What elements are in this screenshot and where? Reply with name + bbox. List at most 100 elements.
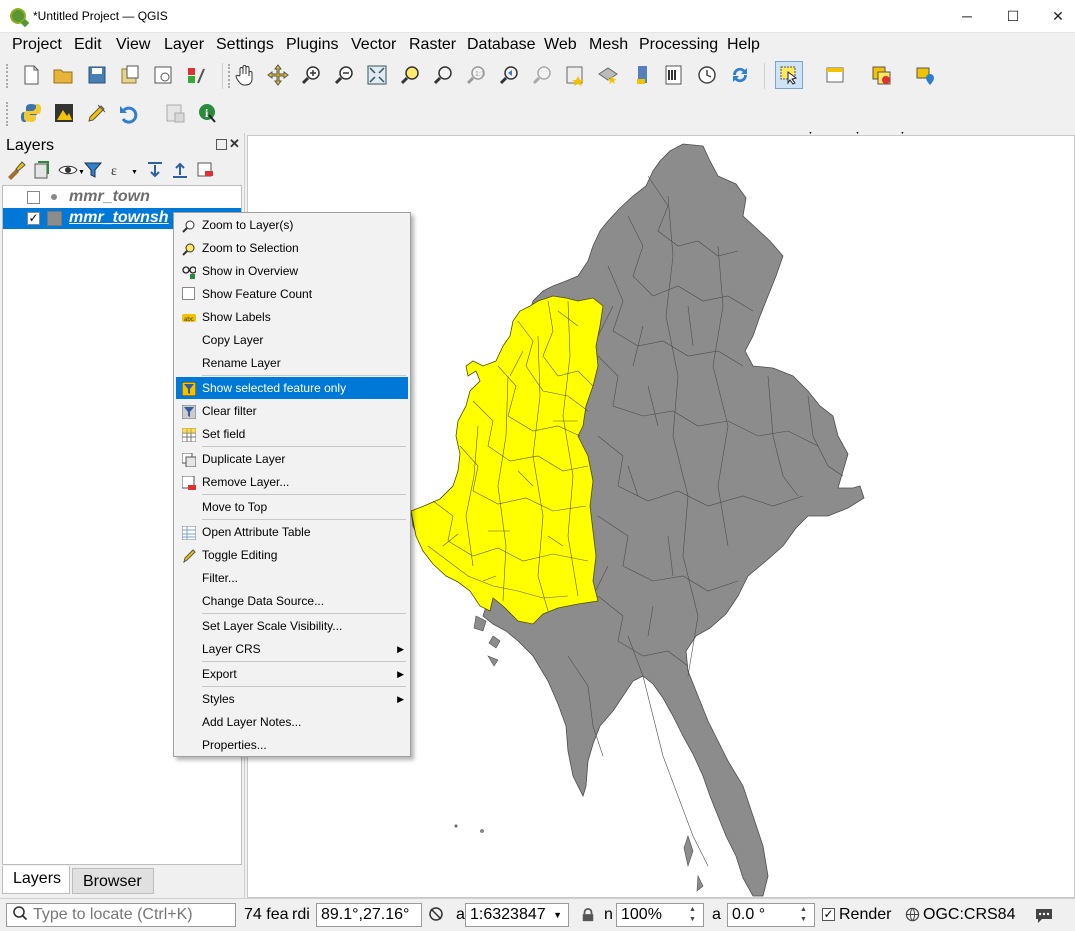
layer-visibility-checkbox[interactable]: ✓ bbox=[27, 212, 40, 225]
menu-item-rename-layer[interactable]: Rename Layer bbox=[176, 352, 408, 374]
close-panel-icon[interactable]: ✕ bbox=[229, 136, 240, 152]
deselect-icon[interactable] bbox=[868, 62, 894, 88]
menu-item-set-scale-visibility[interactable]: Set Layer Scale Visibility... bbox=[176, 615, 408, 637]
menu-item-show-in-overview[interactable]: Show in Overview bbox=[176, 260, 408, 282]
menu-item-set-field[interactable]: Set field bbox=[176, 423, 408, 445]
menu-item-move-to-top[interactable]: Move to Top bbox=[176, 496, 408, 518]
layer-name[interactable]: mmr_town bbox=[69, 188, 150, 206]
spinner-arrows-icon[interactable]: ▲ ▼ bbox=[689, 905, 701, 925]
coordinate-field[interactable]: 89.1°,27.16° bbox=[316, 903, 422, 927]
pen-tool-icon[interactable] bbox=[84, 100, 110, 126]
pan-to-selection-icon[interactable] bbox=[265, 62, 291, 88]
disabled-tool-icon[interactable] bbox=[162, 100, 188, 126]
zoom-to-layer-icon[interactable] bbox=[430, 62, 456, 88]
menu-item-export[interactable]: Export ▶ bbox=[176, 663, 408, 685]
messages-icon[interactable] bbox=[1034, 906, 1054, 927]
temporal-controller-icon[interactable] bbox=[694, 62, 720, 88]
menu-item-show-feature-count[interactable]: Show Feature Count bbox=[176, 283, 408, 305]
zoom-native-icon[interactable]: 1:1 bbox=[463, 62, 489, 88]
menu-vector[interactable]: Vector bbox=[351, 36, 396, 54]
menu-edit[interactable]: Edit bbox=[74, 36, 102, 54]
style-manager-icon[interactable] bbox=[183, 62, 209, 88]
zoom-in-icon[interactable] bbox=[298, 62, 324, 88]
menu-help[interactable]: Help bbox=[727, 36, 760, 54]
save-as-icon[interactable] bbox=[117, 62, 143, 88]
menu-item-copy-layer[interactable]: Copy Layer bbox=[176, 329, 408, 351]
minimize-button[interactable]: ─ bbox=[944, 0, 990, 32]
spinner-arrows-icon[interactable]: ▲ ▼ bbox=[800, 905, 812, 925]
crs-button[interactable]: OGC:CRS84 bbox=[923, 906, 1015, 924]
menu-layer[interactable]: Layer bbox=[164, 36, 204, 54]
pan-icon[interactable] bbox=[232, 62, 258, 88]
render-checkbox[interactable]: ✓ bbox=[822, 908, 835, 921]
expression-filter-icon[interactable]: ε bbox=[108, 159, 130, 181]
zoom-last-icon[interactable] bbox=[496, 62, 522, 88]
layer-visibility-checkbox[interactable] bbox=[27, 191, 40, 204]
menu-item-open-attribute-table[interactable]: Open Attribute Table bbox=[176, 521, 408, 543]
maximize-button[interactable]: ☐ bbox=[990, 0, 1036, 32]
attribute-table-icon[interactable] bbox=[822, 62, 848, 88]
menu-plugins[interactable]: Plugins bbox=[286, 36, 338, 54]
plugin-icon[interactable] bbox=[51, 100, 77, 126]
lock-scale-icon[interactable] bbox=[581, 907, 595, 926]
menu-item-show-labels[interactable]: abc Show Labels bbox=[176, 306, 408, 328]
menu-database[interactable]: Database bbox=[467, 36, 536, 54]
zoom-out-icon[interactable] bbox=[331, 62, 357, 88]
select-features-icon[interactable] bbox=[775, 61, 803, 89]
menu-item-change-data-source[interactable]: Change Data Source... bbox=[176, 590, 408, 612]
toolbar-grip[interactable] bbox=[6, 102, 10, 126]
menu-item-add-layer-notes[interactable]: Add Layer Notes... bbox=[176, 711, 408, 733]
filter-legend-icon[interactable] bbox=[82, 159, 104, 181]
menu-web[interactable]: Web bbox=[544, 36, 577, 54]
style-panel-icon[interactable] bbox=[5, 159, 27, 181]
visibility-icon[interactable] bbox=[57, 159, 79, 181]
show-bookmarks-icon[interactable] bbox=[595, 62, 621, 88]
menu-item-zoom-to-layer[interactable]: Zoom to Layer(s) bbox=[176, 214, 408, 236]
zoom-full-icon[interactable] bbox=[364, 62, 390, 88]
identify-features-icon[interactable]: i bbox=[194, 100, 220, 126]
layer-name[interactable]: mmr_townsh bbox=[69, 209, 169, 227]
menu-item-filter[interactable]: Filter... bbox=[176, 567, 408, 589]
menu-settings[interactable]: Settings bbox=[216, 36, 274, 54]
menu-item-duplicate-layer[interactable]: Duplicate Layer bbox=[176, 448, 408, 470]
tab-layers[interactable]: Layers bbox=[2, 866, 70, 894]
python-icon[interactable] bbox=[18, 100, 44, 126]
refresh-icon[interactable] bbox=[727, 62, 753, 88]
menu-item-remove-layer[interactable]: Remove Layer... bbox=[176, 471, 408, 493]
collapse-all-icon[interactable] bbox=[169, 159, 191, 181]
globe-icon[interactable] bbox=[905, 907, 920, 925]
menu-project[interactable]: Project bbox=[12, 36, 62, 54]
menu-view[interactable]: View bbox=[116, 36, 150, 54]
menu-item-properties[interactable]: Properties... bbox=[176, 734, 408, 756]
open-project-icon[interactable] bbox=[50, 62, 76, 88]
magnifier-spinbox[interactable]: 100% ▲ ▼ bbox=[616, 903, 704, 927]
tab-browser[interactable]: Browser bbox=[72, 868, 154, 894]
print-layout-icon[interactable] bbox=[150, 62, 176, 88]
new-3d-view-icon[interactable] bbox=[661, 62, 687, 88]
menu-raster[interactable]: Raster bbox=[409, 36, 456, 54]
add-group-icon[interactable] bbox=[31, 159, 53, 181]
float-panel-icon[interactable] bbox=[216, 139, 227, 150]
coordinate-toggle-icon[interactable] bbox=[427, 905, 445, 926]
new-map-view-icon[interactable] bbox=[630, 62, 656, 88]
layer-row-mmr-town[interactable]: mmr_town bbox=[3, 187, 241, 208]
toolbar-grip[interactable] bbox=[6, 64, 10, 88]
expression-dropdown-arrow-icon[interactable]: ▼ bbox=[131, 169, 138, 176]
undo-icon[interactable] bbox=[116, 100, 142, 126]
menu-item-zoom-to-selection[interactable]: Zoom to Selection bbox=[176, 237, 408, 259]
menu-item-show-selected-only[interactable]: Show selected feature only bbox=[176, 377, 408, 399]
menu-item-toggle-editing[interactable]: Toggle Editing bbox=[176, 544, 408, 566]
menu-item-layer-crs[interactable]: Layer CRS ▶ bbox=[176, 638, 408, 660]
menu-item-styles[interactable]: Styles ▶ bbox=[176, 688, 408, 710]
rotation-spinbox[interactable]: 0.0 ° ▲ ▼ bbox=[727, 903, 815, 927]
new-project-icon[interactable] bbox=[18, 62, 44, 88]
menu-mesh[interactable]: Mesh bbox=[589, 36, 628, 54]
scale-combobox[interactable]: 1:6323847 ▼ bbox=[465, 903, 569, 927]
locator-search-input[interactable]: Type to locate (Ctrl+K) bbox=[6, 903, 236, 927]
remove-layer-icon[interactable] bbox=[194, 159, 216, 181]
close-button[interactable]: ✕ bbox=[1035, 0, 1075, 32]
zoom-next-icon[interactable] bbox=[529, 62, 555, 88]
checkbox-icon[interactable] bbox=[182, 287, 195, 300]
identify-marker-icon[interactable] bbox=[913, 62, 939, 88]
zoom-to-selection-icon[interactable] bbox=[397, 62, 423, 88]
